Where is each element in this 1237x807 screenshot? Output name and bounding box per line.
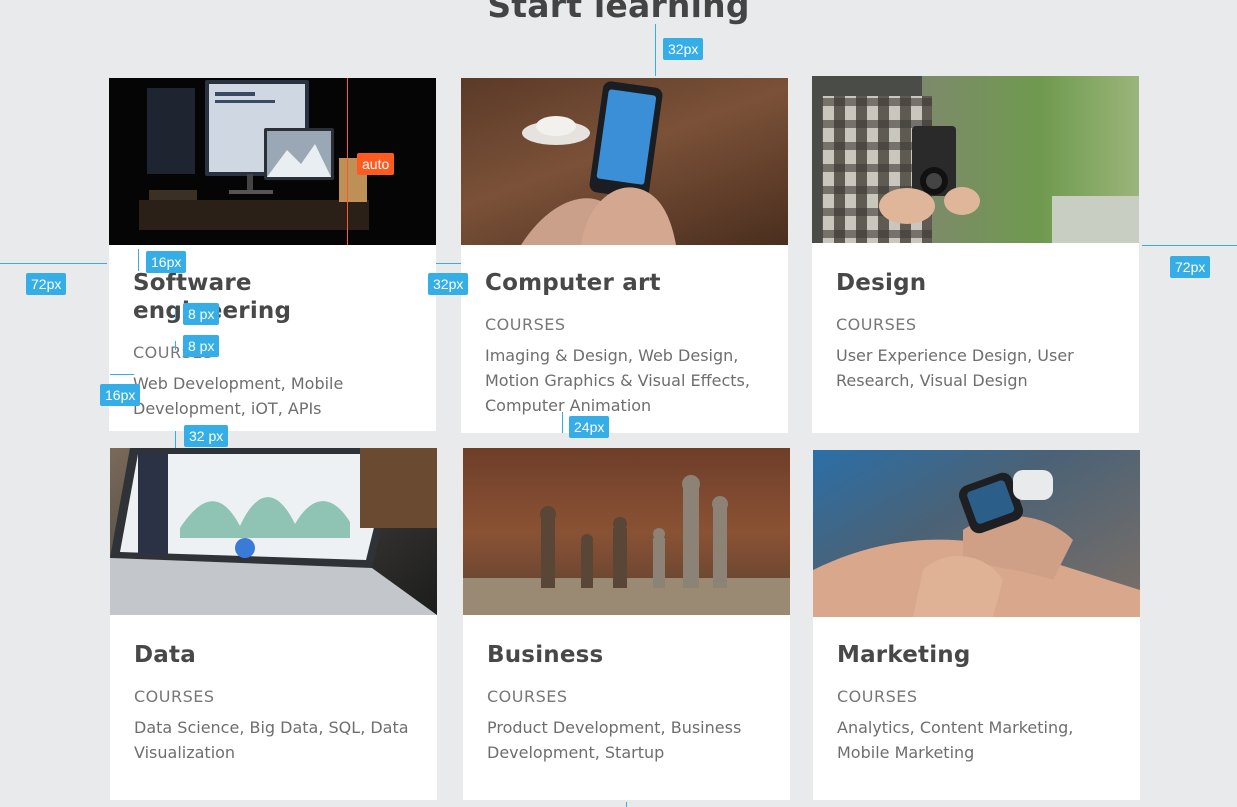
- course-card-data[interactable]: Data COURSES Data Science, Big Data, SQL…: [110, 448, 437, 800]
- cat-desc-gap-line: [175, 341, 176, 350]
- title-top-gap-badge: 16px: [146, 251, 187, 273]
- side-padding-badge: 16px: [100, 384, 141, 406]
- card-image: [463, 448, 790, 615]
- card-title: Data: [134, 642, 196, 668]
- column-gap-line: [436, 263, 461, 264]
- page-title: Start learning: [487, 0, 750, 25]
- card-image: [812, 76, 1139, 243]
- top-gap-badge: 32px: [663, 38, 704, 60]
- card-title: Computer art: [485, 270, 661, 296]
- card-category: COURSES: [485, 315, 566, 334]
- side-padding-line: [110, 374, 134, 375]
- card-title: Business: [487, 642, 604, 668]
- card-image: [110, 448, 437, 615]
- auto-badge: auto: [357, 153, 395, 175]
- card-description: Product Development, Business Developmen…: [487, 718, 742, 762]
- card-category: COURSES: [134, 687, 215, 706]
- title-cat-gap-badge: 8 px: [183, 303, 220, 325]
- column-gap-badge: 32px: [428, 273, 469, 295]
- card-description: Data Science, Big Data, SQL, Data Visual…: [134, 718, 409, 762]
- course-card-business[interactable]: Business COURSES Product Development, Bu…: [463, 448, 790, 800]
- card-description: Analytics, Content Marketing, Mobile Mar…: [837, 718, 1074, 762]
- title-top-gap-line: [138, 249, 139, 271]
- title-cat-gap-line: [175, 310, 176, 319]
- card-image: [461, 78, 788, 245]
- course-card-marketing[interactable]: Marketing COURSES Analytics, Content Mar…: [813, 450, 1140, 800]
- left-margin-badge: 72px: [26, 273, 67, 295]
- auto-marker-line: [347, 78, 348, 245]
- bottom-padding-badge: 24px: [569, 416, 610, 438]
- card-title: Marketing: [837, 642, 971, 668]
- top-gap-line: [655, 24, 656, 76]
- row-gap-badge: 32 px: [184, 425, 229, 447]
- card-title: Design: [836, 270, 927, 296]
- right-margin-line: [1142, 245, 1237, 246]
- bottom-edge-marker: [626, 802, 627, 807]
- card-description: User Experience Design, User Research, V…: [836, 346, 1074, 390]
- card-image: [813, 450, 1140, 617]
- card-category: COURSES: [836, 315, 917, 334]
- row-gap-line: [175, 431, 176, 448]
- course-card-computer-art[interactable]: Computer art COURSES Imaging & Design, W…: [461, 78, 788, 433]
- cat-desc-gap-badge: 8 px: [183, 335, 220, 357]
- card-category: COURSES: [487, 687, 568, 706]
- bottom-padding-line: [562, 412, 563, 433]
- card-category: COURSES: [837, 687, 918, 706]
- left-margin-line: [0, 263, 107, 264]
- course-card-design[interactable]: Design COURSES User Experience Design, U…: [812, 76, 1139, 433]
- card-description: Imaging & Design, Web Design, Motion Gra…: [485, 346, 750, 415]
- card-description: Web Development, Mobile Development, iOT…: [133, 374, 344, 418]
- right-margin-badge: 72px: [1170, 256, 1211, 278]
